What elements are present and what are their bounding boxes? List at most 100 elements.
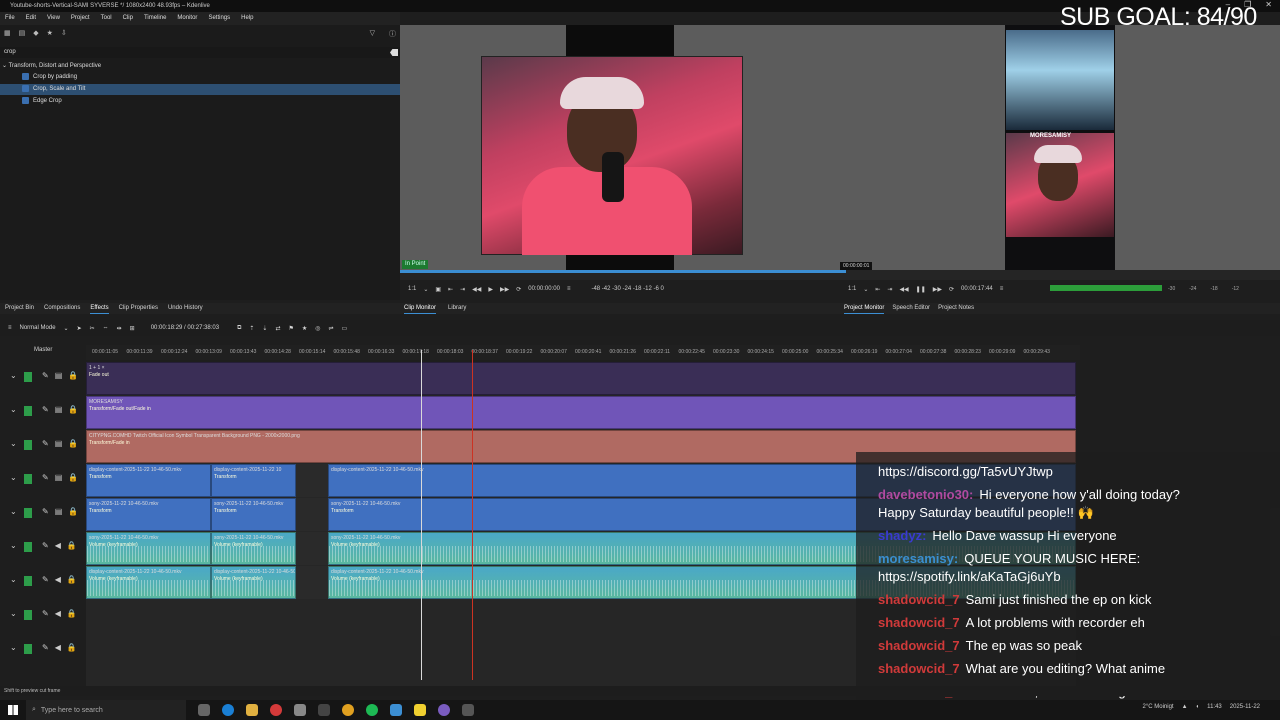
menu-project[interactable]: Project [71,12,90,25]
chevron-down-icon[interactable]: ⌄ [10,439,17,448]
chevron-down-icon[interactable]: ⌄ [10,405,17,414]
info-icon[interactable]: ⓘ [389,29,396,43]
speaker-icon[interactable]: ◀ [55,643,61,652]
audio-clip[interactable]: sony-2025-11-22 10-46-50.mkv Volume (keyf… [211,532,296,565]
clear-search-button[interactable] [390,49,398,56]
sticky-notes-icon[interactable] [414,704,426,716]
loop-icon[interactable]: ⟳ [949,286,954,293]
close-button[interactable]: ✕ [1265,0,1272,12]
menu-tool[interactable]: Tool [101,12,112,25]
chevron-down-icon[interactable]: ⌄ [64,325,69,332]
lock-icon[interactable]: 🔒 [67,575,77,584]
time-ruler[interactable]: 00:00:11:05 00:00:11:39 00:00:12:24 00:00:1… [86,345,1080,360]
track-target-tag[interactable] [24,610,32,620]
tab-clip-properties[interactable]: Clip Properties [119,303,158,314]
tab-speech-editor[interactable]: Speech Editor [892,303,930,314]
tab-project-monitor[interactable]: Project Monitor [844,303,885,314]
timeline-clip[interactable]: MORESAMISY Transform/Fade out/Fade in [86,396,1076,429]
edge-icon[interactable] [222,704,234,716]
menu-monitor[interactable]: Monitor [177,12,197,25]
effects-category[interactable]: ⌄ Transform, Distort and Perspective [0,61,400,72]
edit-icon[interactable]: ✎ [42,507,49,516]
menu-icon[interactable]: ≡ [1000,286,1004,292]
windows-start-icon[interactable] [8,705,18,715]
speaker-icon[interactable]: ◀ [55,575,61,584]
audio-clip[interactable]: display-content-2025-11-22 10-46-50.mkvV… [211,566,296,599]
effect-item-crop-scale-tilt[interactable]: Crop, Scale and Tilt [0,84,400,95]
overwrite-icon[interactable]: ⇄ [275,325,280,332]
hide-icon[interactable]: ▤ [55,371,63,380]
pause-icon[interactable]: ❚❚ [916,286,926,293]
track-header-v5[interactable]: ⌄ ✎ ▤ 🔒 [0,362,86,392]
save-icon[interactable]: ▤ [19,29,26,43]
lock-icon[interactable]: 🔒 [68,507,78,516]
tab-project-notes[interactable]: Project Notes [938,303,974,314]
mark-in-icon[interactable]: ⇤ [875,286,880,293]
rewind-icon[interactable]: ◀◀ [899,286,908,293]
record-icon[interactable]: ◎ [315,325,320,332]
track-header-v3[interactable]: ⌄ ✎ ▤ 🔒 [0,430,86,460]
task-view-icon[interactable] [198,704,210,716]
network-icon[interactable]: ▲ [1182,704,1188,710]
audio-clip[interactable]: sony-2025-11-22 10-46-50.mkv Volume (keyf… [86,532,211,565]
slip-tool-icon[interactable]: ⇹ [117,325,122,332]
chrome-icon[interactable] [342,704,354,716]
hide-icon[interactable]: ▤ [55,507,63,516]
volume-icon[interactable]: ◖ [1196,704,1200,710]
menu-icon[interactable]: ≡ [8,325,12,331]
hide-icon[interactable]: ▤ [55,439,63,448]
select-tool-icon[interactable]: ➤ [77,325,82,332]
track-target-tag[interactable] [24,440,32,450]
edit-icon[interactable]: ✎ [42,371,49,380]
rewind-icon[interactable]: ◀◀ [472,286,481,293]
lock-icon[interactable]: 🔒 [67,541,77,550]
project-timecode[interactable]: 00:00:17:44 [961,286,993,292]
tab-compositions[interactable]: Compositions [44,303,80,314]
add-marker-icon[interactable]: ⚑ [288,325,293,332]
effect-item-crop-by-padding[interactable]: Crop by padding [0,72,400,83]
tab-undo-history[interactable]: Undo History [168,303,203,314]
track-header-a2[interactable]: ⌄ ✎ ◀ 🔒 [0,566,86,596]
edit-icon[interactable]: ✎ [42,439,49,448]
menu-edit[interactable]: Edit [26,12,36,25]
track-header-a3[interactable]: ⌄ ✎ ◀ 🔒 [0,600,86,630]
menu-help[interactable]: Help [241,12,253,25]
clip-timecode[interactable]: 00:00:00:00 [528,286,560,292]
loop-icon[interactable]: ⟳ [516,286,521,293]
track-target-tag[interactable] [24,644,32,654]
chevron-down-icon[interactable]: ⌄ [863,286,868,293]
forward-icon[interactable]: ▶▶ [500,286,509,293]
spotify-icon[interactable] [366,704,378,716]
fit-icon[interactable]: ▣ [435,286,441,293]
menu-timeline[interactable]: Timeline [144,12,166,25]
lock-icon[interactable]: 🔒 [68,371,78,380]
tab-effects[interactable]: Effects [90,303,109,314]
track-header-v2[interactable]: ⌄ ✎ ▤ 🔒 [0,464,86,494]
app-icon[interactable] [318,704,330,716]
play-icon[interactable]: ▶ [488,286,493,293]
multicam-icon[interactable]: ⊞ [130,325,135,332]
track-header-a1[interactable]: ⌄ ✎ ◀ 🔒 [0,532,86,562]
menu-settings[interactable]: Settings [208,12,230,25]
track-target-tag[interactable] [24,406,32,416]
app-icon[interactable] [438,704,450,716]
chevron-down-icon[interactable]: ⌄ [10,575,17,584]
mark-in-icon[interactable]: ⇤ [448,286,453,293]
grid-icon[interactable]: ▦ [4,29,11,43]
lock-icon[interactable]: 🔒 [68,405,78,414]
lock-icon[interactable]: 🔒 [68,473,78,482]
clock-time[interactable]: 11:43 [1207,704,1222,710]
edit-icon[interactable]: ✎ [42,405,49,414]
chevron-down-icon[interactable]: ⌄ [423,286,428,293]
project-monitor-ruler[interactable] [840,270,1280,280]
video-clip[interactable]: sony-2025-11-22 10-46-50.mkv Transform [211,498,296,531]
lock-icon[interactable]: 🔒 [68,439,78,448]
lock-icon[interactable]: 🔒 [67,609,77,618]
menu-view[interactable]: View [47,12,60,25]
track-target-tag[interactable] [24,576,32,586]
star-icon[interactable]: ★ [47,29,53,43]
forward-icon[interactable]: ▶▶ [933,286,942,293]
download-icon[interactable]: ⇩ [61,29,67,43]
track-header-a4[interactable]: ⌄ ✎ ◀ 🔒 [0,634,86,664]
file-explorer-icon[interactable] [246,704,258,716]
